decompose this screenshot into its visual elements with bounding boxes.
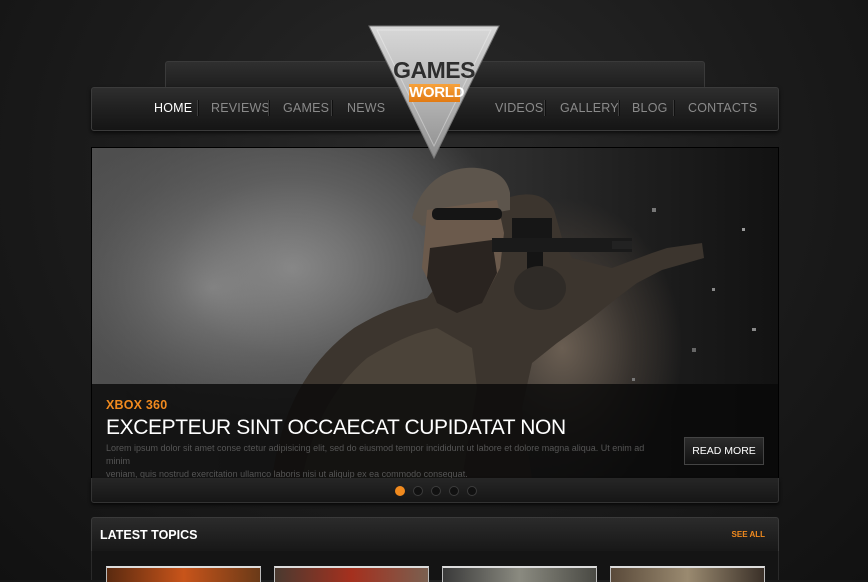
nav-gallery[interactable]: GALLERY [560,88,619,130]
nav-separator [544,100,545,116]
slide-description-line: Lorem ipsum dolor sit amet conse ctetur … [106,443,645,466]
slide-description: Lorem ipsum dolor sit amet conse ctetur … [106,442,666,479]
nav-contacts[interactable]: CONTACTS [688,88,757,130]
latest-topics-header: LATEST TOPICS SEE ALL [91,517,779,553]
slider-pager [91,478,779,503]
nav-games[interactable]: GAMES [283,88,329,130]
slider-dot-5[interactable] [467,486,477,496]
slider-dot-2[interactable] [413,486,423,496]
nav-reviews[interactable]: REVIEWS [211,88,270,130]
slider-dot-3[interactable] [431,486,441,496]
latest-topics-title: LATEST TOPICS [100,528,198,542]
nav-separator [331,100,332,116]
nav-blog[interactable]: BLOG [632,88,668,130]
nav-home[interactable]: HOME [154,88,192,130]
slide-caption: XBOX 360 EXCEPTEUR SINT OCCAECAT CUPIDAT… [92,384,778,479]
nav-separator [618,100,619,116]
slider-dot-1[interactable] [395,486,405,496]
nav-separator [673,100,674,116]
logo-text-games: GAMES [393,57,475,83]
slide-category[interactable]: XBOX 360 [106,398,167,412]
read-more-button[interactable]: READ MORE [684,437,764,465]
latest-topics-list [91,551,779,582]
logo-text-world: WORLD [409,84,465,102]
hero-slider[interactable]: XBOX 360 EXCEPTEUR SINT OCCAECAT CUPIDAT… [91,147,779,480]
see-all-link[interactable]: SEE ALL [732,518,765,552]
nav-separator [268,100,269,116]
slider-dot-4[interactable] [449,486,459,496]
nav-videos[interactable]: VIDEOS [495,88,543,130]
slide-title[interactable]: EXCEPTEUR SINT OCCAECAT CUPIDATAT NON [106,416,566,440]
nav-separator [197,100,198,116]
